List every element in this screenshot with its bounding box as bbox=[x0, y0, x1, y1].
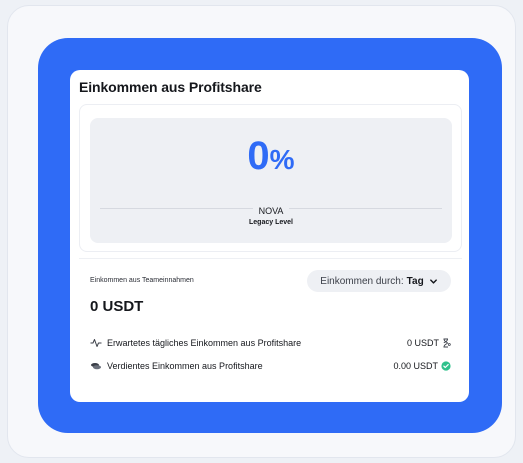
level-name-text: NOVA bbox=[252, 206, 290, 216]
expected-income-label: Erwartetes tägliches Einkommen aus Profi… bbox=[107, 338, 302, 348]
earned-income-value-group: 0.00 USDT bbox=[393, 361, 451, 371]
team-income-label: Einkommen aus Teameinnahmen bbox=[90, 277, 194, 284]
team-income-amount: 0 USDT bbox=[90, 298, 144, 315]
level-name: NOVA bbox=[90, 201, 452, 219]
dropdown-label: Einkommen durch: bbox=[320, 275, 404, 287]
check-circle-icon bbox=[441, 361, 451, 371]
chevron-down-icon bbox=[429, 278, 437, 284]
income-period-dropdown[interactable]: Einkommen durch: Tag bbox=[307, 270, 451, 292]
percent-symbol: % bbox=[269, 144, 295, 175]
coins-icon bbox=[90, 360, 102, 372]
hourglass-icon bbox=[443, 338, 451, 348]
earned-income-value: 0.00 USDT bbox=[393, 361, 438, 371]
activity-icon bbox=[90, 337, 102, 349]
expected-income-value-group: 0 USDT bbox=[407, 338, 451, 348]
list-item: Erwartetes tägliches Einkommen aus Profi… bbox=[90, 336, 451, 350]
expected-income-value: 0 USDT bbox=[406, 338, 439, 348]
section-divider bbox=[79, 258, 462, 259]
earned-income-label: Verdientes Einkommen aus Profitshare bbox=[107, 361, 263, 371]
level-percent: 0% bbox=[90, 136, 452, 176]
dropdown-value: Tag bbox=[406, 275, 424, 287]
card-content: 0% NOVA Legacy Level Einkommen aus Teame… bbox=[70, 70, 469, 402]
level-panel: 0% NOVA Legacy Level bbox=[90, 118, 452, 243]
percent-number: 0 bbox=[247, 134, 270, 178]
list-item: Verdientes Einkommen aus Profitshare 0.0… bbox=[90, 359, 451, 373]
level-label: Legacy Level bbox=[249, 219, 293, 226]
